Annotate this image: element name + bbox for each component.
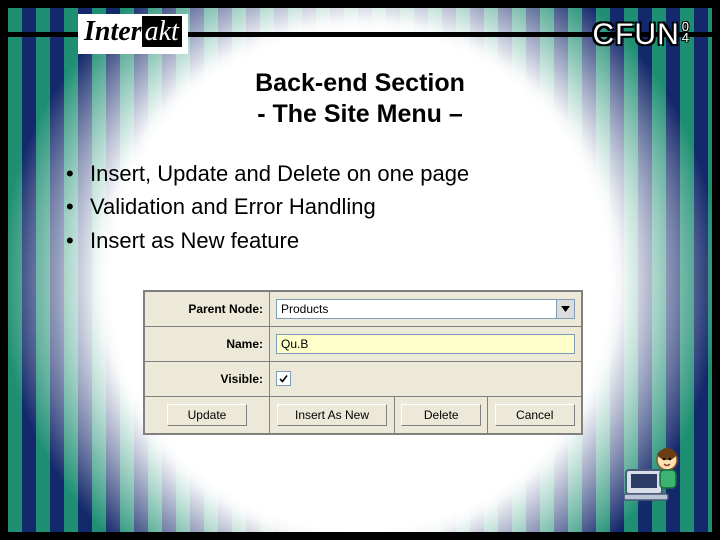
bullet-item: Insert as New feature	[66, 226, 712, 256]
slide-title-line1: Back-end Section	[8, 68, 712, 99]
label-parent-node: Parent Node:	[145, 292, 270, 327]
top-bar: Interakt CFUN 0 4	[8, 8, 712, 60]
form-row-name: Name:	[145, 327, 582, 362]
parent-node-select[interactable]: Products	[276, 299, 575, 319]
logo-cfun-sup2: 4	[682, 32, 690, 43]
logo-interakt: Interakt	[78, 14, 188, 54]
parent-node-value: Products	[277, 300, 556, 318]
delete-button[interactable]: Delete	[401, 404, 481, 426]
slide-content: Back-end Section - The Site Menu – Inser…	[8, 64, 712, 532]
logo-cfun-text: CFUN	[592, 18, 679, 52]
cancel-button[interactable]: Cancel	[495, 404, 575, 426]
label-name: Name:	[145, 327, 270, 362]
dropdown-arrow-icon[interactable]	[556, 300, 574, 318]
label-visible: Visible:	[145, 362, 270, 397]
form-row-visible: Visible:	[145, 362, 582, 397]
form-row-parent-node: Parent Node: Products	[145, 292, 582, 327]
mascot-icon	[620, 440, 684, 504]
visible-checkbox[interactable]	[276, 371, 291, 386]
bullet-item: Validation and Error Handling	[66, 192, 712, 222]
update-button[interactable]: Update	[167, 404, 247, 426]
slide-title-line2: - The Site Menu –	[8, 99, 712, 130]
form-button-row: Update Insert As New Delete Cancel	[145, 397, 582, 434]
logo-interakt-suffix: akt	[142, 16, 182, 47]
logo-interakt-prefix: Inter	[84, 16, 142, 47]
name-input[interactable]	[276, 334, 575, 354]
slide-title: Back-end Section - The Site Menu –	[8, 68, 712, 131]
slide-stage: Interakt CFUN 0 4 Back-end Section - The…	[0, 0, 720, 540]
insert-as-new-button[interactable]: Insert As New	[277, 404, 387, 426]
bullet-item: Insert, Update and Delete on one page	[66, 159, 712, 189]
form-panel: Parent Node: Products Name:	[143, 290, 583, 435]
logo-cfun: CFUN 0 4	[592, 18, 690, 52]
bullet-list: Insert, Update and Delete on one page Va…	[66, 159, 712, 256]
